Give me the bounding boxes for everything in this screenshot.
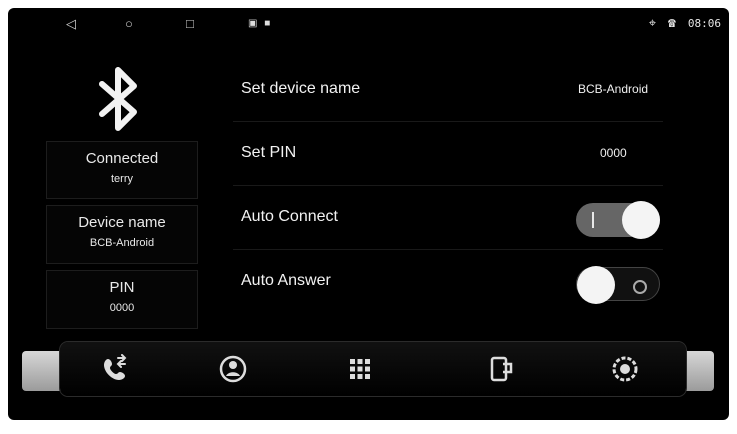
pin-card: PIN 0000	[46, 270, 198, 329]
device-screen: ◁ ○ □ ▣ ■ ⌖ ☎ 08:06 Connected terry Devi…	[8, 8, 729, 420]
connected-title: Connected	[85, 150, 159, 167]
row-divider	[233, 121, 663, 122]
dialpad-icon[interactable]	[343, 352, 377, 386]
row-divider	[233, 249, 663, 250]
device-name-input[interactable]: BCB-Android	[578, 82, 648, 96]
settings-icon[interactable]	[608, 352, 642, 386]
toggle-knob	[622, 201, 660, 239]
phone-icon[interactable]	[98, 352, 132, 386]
device-name-value: BCB-Android	[89, 237, 155, 249]
auto-connect-row[interactable]: Auto Connect	[233, 188, 683, 250]
set-pin-label: Set PIN	[241, 144, 297, 161]
location-pin-icon: ⌖	[648, 16, 657, 31]
back-icon[interactable]: ◁	[66, 16, 76, 32]
status-right: ⌖ ☎ 08:06	[649, 16, 721, 31]
screenshot-frame: ◁ ○ □ ▣ ■ ⌖ ☎ 08:06 Connected terry Devi…	[0, 0, 737, 434]
pin-title: PIN	[109, 279, 135, 296]
row-divider	[233, 185, 663, 186]
toggle-off-icon	[633, 280, 647, 294]
auto-answer-row[interactable]: Auto Answer	[233, 252, 683, 314]
set-device-name-row[interactable]: Set device name BCB-Android	[233, 60, 683, 122]
auto-answer-label: Auto Answer	[241, 272, 331, 289]
auto-answer-toggle[interactable]	[576, 266, 660, 304]
device-name-card: Device name BCB-Android	[46, 205, 198, 264]
auto-connect-toggle[interactable]	[576, 201, 660, 239]
transfer-icon[interactable]	[483, 352, 517, 386]
contacts-icon[interactable]	[216, 352, 250, 386]
auto-connect-label: Auto Connect	[241, 208, 338, 225]
phone-icon: ☎	[668, 16, 676, 31]
bottom-dock	[60, 342, 686, 396]
connected-card: Connected terry	[46, 141, 198, 199]
window-icon: ■	[264, 18, 273, 29]
connected-device: terry	[111, 173, 133, 185]
device-name-title: Device name	[78, 214, 166, 231]
recent-apps-icon[interactable]: □	[186, 16, 194, 32]
status-bar: ◁ ○ □ ▣ ■ ⌖ ☎ 08:06	[8, 8, 729, 40]
home-icon[interactable]: ○	[125, 16, 133, 32]
toggle-on-icon	[592, 212, 594, 228]
clock: 08:06	[687, 17, 721, 30]
image-icon: ▣	[248, 18, 260, 29]
toggle-knob	[577, 266, 615, 304]
pin-value: 0000	[109, 302, 135, 314]
set-pin-row[interactable]: Set PIN 0000	[233, 124, 683, 186]
pin-input[interactable]: 0000	[600, 146, 627, 160]
set-device-name-label: Set device name	[241, 80, 361, 97]
system-status-icons: ▣ ■	[248, 18, 272, 29]
bluetooth-icon	[99, 67, 137, 131]
